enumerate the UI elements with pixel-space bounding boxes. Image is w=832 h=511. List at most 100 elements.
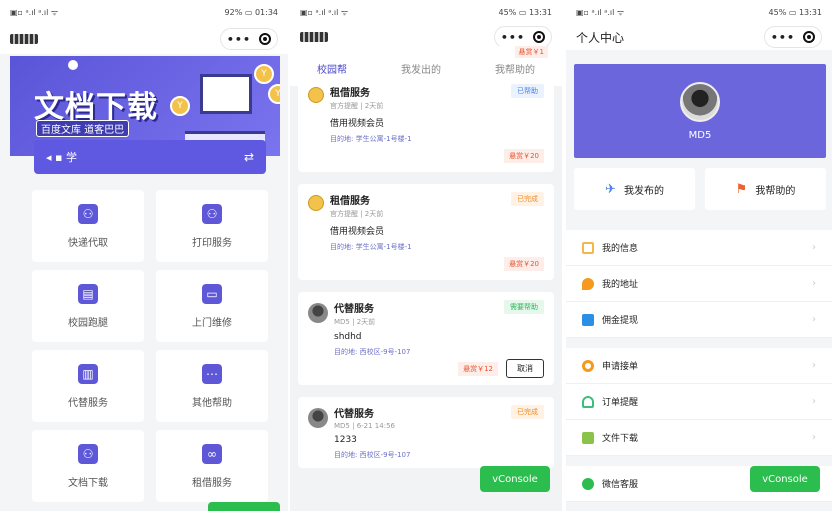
list-item-partial: 悬赏￥1: [298, 46, 554, 58]
chevron-right-icon: ›: [812, 314, 816, 325]
status-right: 45% ▭ 13:31: [498, 7, 552, 17]
monitor-icon: ▭: [202, 283, 222, 304]
monitor-illustration: [200, 74, 252, 114]
order-source: 官方提醒 | 2天前: [330, 102, 384, 110]
more-icon[interactable]: •••: [227, 33, 251, 46]
close-target-icon[interactable]: [259, 33, 271, 45]
mini-program-capsule[interactable]: •••: [493, 26, 552, 48]
coin-icon: Y: [170, 96, 190, 116]
order-desc: 借用视频会员: [330, 227, 385, 237]
page-title: 个人中心: [576, 30, 625, 45]
status-bar: ▣▫ ᵃ.ıl ᵃ.ıl ᯤ 45% ▭ 13:31: [290, 0, 562, 24]
status-right: 45% ▭ 13:31: [768, 7, 822, 17]
my-helped-button[interactable]: ⚑ 我帮助的: [705, 168, 826, 210]
order-list: 悬赏￥1 租借服务 官方提醒 | 2天前 借用视频会员 目的地: 学生公寓-1号…: [298, 46, 554, 480]
user-avatar: [308, 408, 328, 428]
home-screen: ▣▫ ᵃ.ıl ᵃ.ıl ᯤ 92% ▭ 01:34 ••• 文档下载 百度文库…: [0, 0, 288, 511]
more-icon: ⋯: [202, 363, 222, 384]
vconsole-button[interactable]: vConsole: [480, 466, 550, 492]
info-icon: [582, 241, 594, 254]
swap-icon[interactable]: ⇄: [244, 150, 254, 164]
printer-icon: ▤: [78, 283, 98, 304]
order-desc: 借用视频会员: [330, 119, 385, 129]
service-doc-download[interactable]: ⚇ 文档下载: [32, 430, 144, 502]
username: MD5: [688, 129, 712, 141]
status-badge: 已完成: [511, 192, 544, 206]
status-badge: 需要帮助: [504, 300, 544, 314]
menu-item-my-info[interactable]: 我的信息 ›: [566, 230, 832, 266]
user-avatar: [308, 303, 328, 323]
menu-item-withdraw[interactable]: 佣金提现 ›: [566, 302, 832, 338]
status-left: ▣▫ ᵃ.ıl ᵃ.ıl ᯤ: [300, 7, 349, 17]
order-source: MD5 | 2天前: [334, 318, 376, 326]
vconsole-button-partial[interactable]: [208, 502, 280, 511]
service-print[interactable]: ⚇ 打印服务: [156, 190, 268, 262]
mini-program-capsule[interactable]: •••: [763, 26, 822, 48]
more-icon[interactable]: •••: [501, 31, 525, 44]
status-bar: ▣▫ ᵃ.ıl ᵃ.ıl ᯤ 92% ▭ 01:34: [0, 0, 288, 24]
chevron-right-icon: ›: [812, 360, 816, 371]
list-item[interactable]: 租借服务 官方提醒 | 2天前 借用视频会员 目的地: 学生公寓-1号楼-1 已…: [298, 76, 554, 172]
service-errand[interactable]: ▤ 校园跑腿: [32, 270, 144, 342]
cancel-button[interactable]: 取消: [506, 359, 544, 378]
glasses-icon: ∞: [202, 443, 222, 464]
service-substitute[interactable]: ▥ 代替服务: [32, 350, 144, 422]
smiley-avatar-icon: [308, 87, 324, 103]
coin-icon: Y: [254, 64, 274, 84]
order-desc: 1233: [334, 435, 357, 445]
app-title-blurred: [300, 32, 328, 42]
send-icon: ✈: [605, 181, 616, 197]
service-repair[interactable]: ▭ 上门维修: [156, 270, 268, 342]
status-badge: 已完成: [511, 405, 544, 419]
profile-actions: ✈ 我发布的 ⚑ 我帮助的: [574, 168, 826, 210]
mini-program-capsule[interactable]: •••: [219, 28, 278, 50]
avatar[interactable]: [680, 81, 720, 122]
list-item[interactable]: 代替服务 MD5 | 2天前 shdhd 目的地: 西校区-9号-107 需要帮…: [298, 292, 554, 385]
order-destination: 目的地: 西校区-9号-107: [334, 451, 411, 459]
banner-dot-icon: [68, 60, 78, 70]
reward-badge: 悬赏￥1: [514, 46, 548, 58]
status-left: ▣▫ ᵃ.ıl ᵃ.ıl ᯤ: [576, 7, 625, 17]
service-rental[interactable]: ∞ 租借服务: [156, 430, 268, 502]
person-icon: ⚇: [202, 203, 222, 224]
order-title: 代替服务: [334, 304, 374, 315]
nav-bar: 个人中心 •••: [566, 24, 832, 50]
book-icon: ▥: [78, 363, 98, 384]
status-bar: ▣▫ ᵃ.ıl ᵃ.ıl ᯤ 45% ▭ 13:31: [566, 0, 832, 24]
service-express[interactable]: ⚇ 快递代取: [32, 190, 144, 262]
reward-badge: 悬赏￥20: [504, 257, 544, 271]
person-icon: ⚇: [78, 203, 98, 224]
service-other[interactable]: ⋯ 其他帮助: [156, 350, 268, 422]
menu-item-file-download[interactable]: 文件下载 ›: [566, 420, 832, 456]
menu-item-my-address[interactable]: 我的地址 ›: [566, 266, 832, 302]
order-destination: 目的地: 学生公寓-1号楼-1: [330, 243, 412, 251]
list-item[interactable]: 租借服务 官方提醒 | 2天前 借用视频会员 目的地: 学生公寓-1号楼-1 已…: [298, 184, 554, 280]
status-right: 92% ▭ 01:34: [224, 7, 278, 17]
profile-screen: ▣▫ ᵃ.ıl ᵃ.ıl ᯤ 45% ▭ 13:31 个人中心 ••• MD5 …: [566, 0, 832, 511]
reward-badge: 悬赏￥20: [504, 149, 544, 163]
order-title: 代替服务: [334, 409, 374, 420]
more-icon[interactable]: •••: [771, 31, 795, 44]
screenshot-root: ▣▫ ᵃ.ıl ᵃ.ıl ᯤ 92% ▭ 01:34 ••• 文档下载 百度文库…: [0, 0, 832, 511]
orders-screen: ▣▫ ᵃ.ıl ᵃ.ıl ᯤ 45% ▭ 13:31 ••• 校园帮 我发出的 …: [290, 0, 562, 511]
location-bar[interactable]: ◂ ▪ 学 ⇄: [34, 140, 266, 174]
order-title: 租借服务: [330, 196, 370, 207]
list-item[interactable]: 代替服务 MD5 | 6-21 14:56 1233 目的地: 西校区-9号-1…: [298, 397, 554, 468]
close-target-icon[interactable]: [533, 31, 545, 43]
reward-badge: 悬赏￥12: [458, 362, 498, 376]
menu-item-order-reminder[interactable]: 订单提醒 ›: [566, 384, 832, 420]
banner-subtitle: 百度文库 道客巴巴: [36, 120, 130, 137]
menu-group-orders: 申请接单 › 订单提醒 › 文件下载 ›: [566, 348, 832, 456]
coin-icon: Y: [268, 84, 280, 104]
chevron-right-icon: ›: [812, 278, 816, 289]
menu-item-apply-orders[interactable]: 申请接单 ›: [566, 348, 832, 384]
profile-card: MD5: [574, 64, 826, 158]
vconsole-button[interactable]: vConsole: [750, 466, 820, 492]
order-destination: 目的地: 西校区-9号-107: [334, 348, 411, 356]
order-title: 租借服务: [330, 88, 370, 99]
order-destination: 目的地: 学生公寓-1号楼-1: [330, 135, 412, 143]
my-posted-button[interactable]: ✈ 我发布的: [574, 168, 695, 210]
close-target-icon[interactable]: [803, 31, 815, 43]
order-source: MD5 | 6-21 14:56: [334, 422, 395, 430]
flag-icon: ⚑: [735, 181, 748, 197]
